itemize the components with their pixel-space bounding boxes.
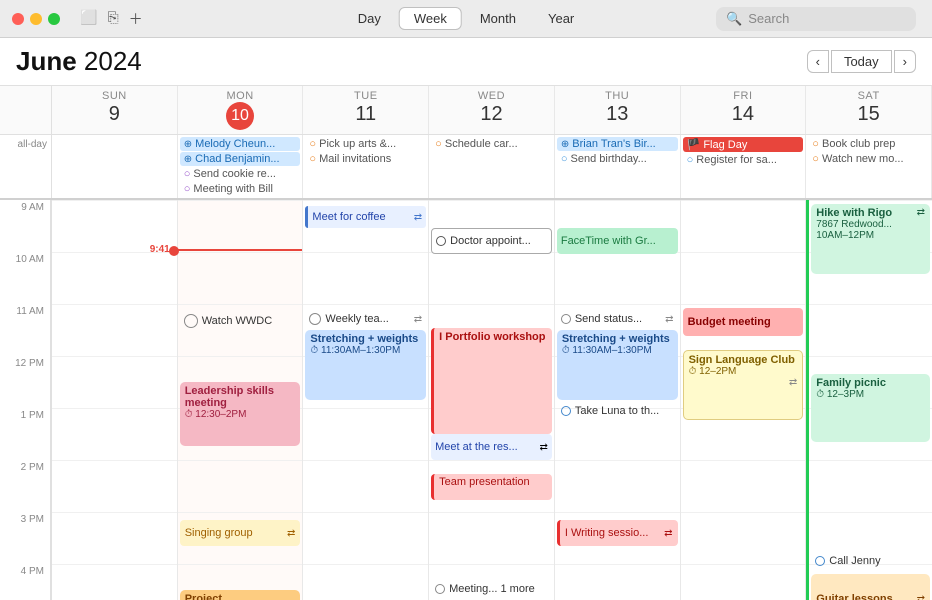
traffic-lights [12, 13, 60, 25]
allday-sat: ○ Book club prep ○ Watch new mo... [806, 135, 932, 198]
event-meet-coffee[interactable]: Meet for coffee ⇄ [305, 206, 426, 228]
days-header: SUN 9 MON 10 TUE 11 WED 12 THU 13 FRI 14… [0, 86, 932, 135]
day-header-fri: FRI 14 [681, 86, 807, 134]
list-item[interactable]: ○ Register for sa... [683, 153, 804, 167]
event-sign-lang[interactable]: Sign Language Club ⏱ 12–2PM ⇄ [683, 350, 804, 420]
event-facetime[interactable]: FaceTime with Gr... [557, 228, 678, 254]
list-item[interactable]: ⊕ Brian Tran's Bir... [557, 137, 678, 151]
event-meeting-more[interactable]: Meeting... 1 more [431, 578, 552, 600]
day-header-wed: WED 12 [429, 86, 555, 134]
event-budget[interactable]: Budget meeting [683, 308, 804, 336]
event-singing[interactable]: Singing group ⇄ [180, 520, 301, 546]
nav-day[interactable]: Day [344, 8, 395, 29]
time-slot-2pm: 2 PM [0, 460, 51, 512]
event-watch-wwdc[interactable]: Watch WWDC [180, 310, 301, 332]
allday-thu: ⊕ Brian Tran's Bir... ○ Send birthday... [555, 135, 681, 198]
list-item[interactable]: ○ Meeting with Bill [180, 182, 301, 196]
allday-sun [52, 135, 178, 198]
grid-col-tue: Meet for coffee ⇄ Weekly tea... ⇄ Stretc… [303, 200, 429, 600]
event-call-jenny[interactable]: Call Jenny [811, 550, 930, 572]
time-slot-12pm: 12 PM [0, 356, 51, 408]
day-header-mon: MON 10 [178, 86, 304, 134]
list-item[interactable]: ○ Watch new mo... [808, 152, 929, 166]
nav-week[interactable]: Week [399, 7, 462, 30]
month-title: June 2024 [16, 46, 142, 77]
time-grid-wrapper: 9 AM 10 AM 11 AM 12 PM 1 PM 2 PM 3 PM 4 … [0, 200, 932, 600]
list-item[interactable]: ○ Send birthday... [557, 152, 678, 166]
event-stretching-tue[interactable]: Stretching + weights ⏱ 11:30AM–1:30PM [305, 330, 426, 400]
today-nav: ‹ Today › [807, 50, 916, 73]
event-leadership[interactable]: Leadership skills meeting ⏱ 12:30–2PM [180, 382, 301, 446]
day-header-thu: THU 13 [555, 86, 681, 134]
grid-col-sat: Hike with Rigo ⇄ 7867 Redwood... 10AM–12… [806, 200, 932, 600]
time-slot-10am: 10 AM [0, 252, 51, 304]
list-item[interactable]: ○ Book club prep [808, 137, 929, 151]
day-header-sat: SAT 15 [806, 86, 932, 134]
sidebar-icon[interactable]: ⬜ [80, 9, 97, 29]
grid-col-wed: Doctor appoint... I Portfolio workshop M… [429, 200, 555, 600]
minimize-button[interactable] [30, 13, 42, 25]
list-item[interactable]: ⊕ Melody Cheun... [180, 137, 301, 151]
event-team-pres[interactable]: Team presentation [431, 474, 552, 500]
event-family-picnic[interactable]: Family picnic ⏱ 12–3PM [811, 374, 930, 442]
search-bar[interactable]: 🔍 Search [716, 7, 916, 31]
next-week-button[interactable]: › [894, 50, 916, 73]
event-weekly-tea[interactable]: Weekly tea... ⇄ [305, 308, 426, 330]
calendar-header: June 2024 ‹ Today › [0, 38, 932, 86]
event-take-luna[interactable]: Take Luna to th... [557, 400, 678, 422]
grid-col-sun [52, 200, 178, 600]
allday-label: all-day [0, 135, 52, 198]
event-stretching-thu[interactable]: Stretching + weights ⏱ 11:30AM–1:30PM [557, 330, 678, 400]
time-slot-3pm: 3 PM [0, 512, 51, 564]
time-slot-9am: 9 AM [0, 200, 51, 252]
time-col-header [0, 86, 52, 134]
close-button[interactable] [12, 13, 24, 25]
list-item[interactable]: ○ Schedule car... [431, 137, 552, 151]
calendar-main: June 2024 ‹ Today › SUN 9 MON 10 TUE 11 … [0, 38, 932, 600]
allday-mon: ⊕ Melody Cheun... ⊕ Chad Benjamin... ○ S… [178, 135, 304, 198]
list-item[interactable]: ○ Send cookie re... [180, 167, 301, 181]
event-meet-res[interactable]: Meet at the res... ⇄ [431, 434, 552, 460]
event-writing[interactable]: I Writing sessio... ⇄ [557, 520, 678, 546]
list-item[interactable]: ⊕ Chad Benjamin... [180, 152, 301, 166]
allday-tue: ○ Pick up arts &... ○ Mail invitations [303, 135, 429, 198]
list-item[interactable]: ○ Mail invitations [305, 152, 426, 166]
event-hike[interactable]: Hike with Rigo ⇄ 7867 Redwood... 10AM–12… [811, 204, 930, 274]
grid-col-thu: FaceTime with Gr... Send status... ⇄ Str… [555, 200, 681, 600]
day-header-tue: TUE 11 [303, 86, 429, 134]
today-button[interactable]: Today [831, 50, 892, 73]
nav-month[interactable]: Month [466, 8, 530, 29]
search-placeholder: Search [748, 11, 789, 26]
event-portfolio[interactable]: I Portfolio workshop [431, 328, 552, 434]
nav-year[interactable]: Year [534, 8, 588, 29]
view-nav: Day Week Month Year [344, 7, 589, 30]
event-send-status[interactable]: Send status... ⇄ [557, 308, 678, 330]
time-slot-1pm: 1 PM [0, 408, 51, 460]
event-doctor[interactable]: Doctor appoint... [431, 228, 552, 254]
toolbar-icons: ⬜ ⎘ ＋ [80, 9, 143, 29]
allday-wed: ○ Schedule car... [429, 135, 555, 198]
time-grid: 9 AM 10 AM 11 AM 12 PM 1 PM 2 PM 3 PM 4 … [0, 200, 932, 600]
event-guitar[interactable]: Guitar lessons... ⇄ [811, 574, 930, 600]
list-item[interactable]: ○ Pick up arts &... [305, 137, 426, 151]
grid-col-fri: Budget meeting Sign Language Club ⏱ 12–2… [681, 200, 807, 600]
search-icon: 🔍 [726, 11, 742, 27]
grid-col-mon: Watch WWDC Leadership skills meeting ⏱ 1… [178, 200, 304, 600]
inbox-icon[interactable]: ⎘ [107, 9, 118, 29]
maximize-button[interactable] [48, 13, 60, 25]
add-icon[interactable]: ＋ [129, 9, 143, 29]
prev-week-button[interactable]: ‹ [807, 50, 829, 73]
day-header-sun: SUN 9 [52, 86, 178, 134]
list-item[interactable]: 🏴 Flag Day [683, 137, 804, 152]
allday-fri: 🏴 Flag Day ○ Register for sa... [681, 135, 807, 198]
time-slot-11am: 11 AM [0, 304, 51, 356]
time-slot-4pm: 4 PM [0, 564, 51, 600]
allday-row: all-day ⊕ Melody Cheun... ⊕ Chad Benjami… [0, 135, 932, 200]
titlebar: ⬜ ⎘ ＋ Day Week Month Year 🔍 Search [0, 0, 932, 38]
event-project[interactable]: Project presentations ⏱ 5–7PM [180, 590, 301, 600]
